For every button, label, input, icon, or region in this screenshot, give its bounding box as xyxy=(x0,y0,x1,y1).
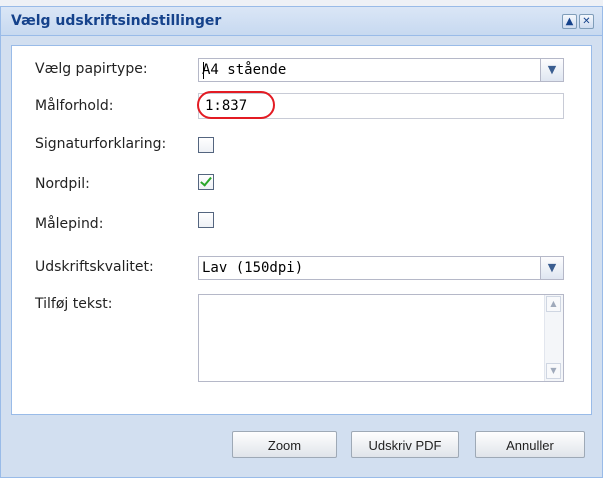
paper-type-combo[interactable]: A4 stående ▼ xyxy=(198,58,564,82)
scale-field[interactable]: 1:837 xyxy=(197,91,564,119)
collapse-up-icon[interactable]: ▲ xyxy=(562,14,577,29)
dialog-title: Vælg udskriftsindstillinger xyxy=(11,13,222,29)
scroll-up-icon[interactable]: ▲ xyxy=(546,296,561,312)
chevron-down-icon[interactable]: ▼ xyxy=(540,59,563,81)
form-panel: Vælg papirtype: A4 stående ▼ Målforhold:… xyxy=(11,45,592,415)
scale-bar-checkbox[interactable] xyxy=(198,212,214,228)
north-arrow-label: Nordpil: xyxy=(35,176,90,192)
zoom-button[interactable]: Zoom xyxy=(232,431,337,458)
close-icon[interactable]: ✕ xyxy=(579,14,594,29)
cancel-button[interactable]: Annuller xyxy=(475,431,585,458)
paper-type-value: A4 stående xyxy=(202,62,287,78)
scale-bar-label: Målepind: xyxy=(35,216,104,232)
print-settings-dialog: Vælg udskriftsindstillinger ▲ ✕ Vælg pap… xyxy=(0,6,603,478)
add-text-label: Tilføj tekst: xyxy=(35,296,113,312)
quality-combo[interactable]: Lav (150dpi) ▼ xyxy=(198,256,564,280)
paper-type-label: Vælg papirtype: xyxy=(35,61,148,77)
north-arrow-checkbox[interactable] xyxy=(198,174,214,190)
add-text-area[interactable]: ▲ ▼ xyxy=(198,294,564,382)
scale-label: Målforhold: xyxy=(35,98,114,114)
print-pdf-button[interactable]: Udskriv PDF xyxy=(351,431,459,458)
quality-value: Lav (150dpi) xyxy=(202,260,304,276)
quality-label: Udskriftskvalitet: xyxy=(35,259,154,275)
dialog-title-bar[interactable]: Vælg udskriftsindstillinger ▲ ✕ xyxy=(1,7,602,36)
legend-checkbox[interactable] xyxy=(198,137,214,153)
red-highlight-circle xyxy=(197,91,275,119)
legend-label: Signaturforklaring: xyxy=(35,136,167,152)
scroll-down-icon[interactable]: ▼ xyxy=(546,363,561,379)
textarea-scrollbar[interactable]: ▲ ▼ xyxy=(544,295,563,381)
chevron-down-icon[interactable]: ▼ xyxy=(540,257,563,279)
